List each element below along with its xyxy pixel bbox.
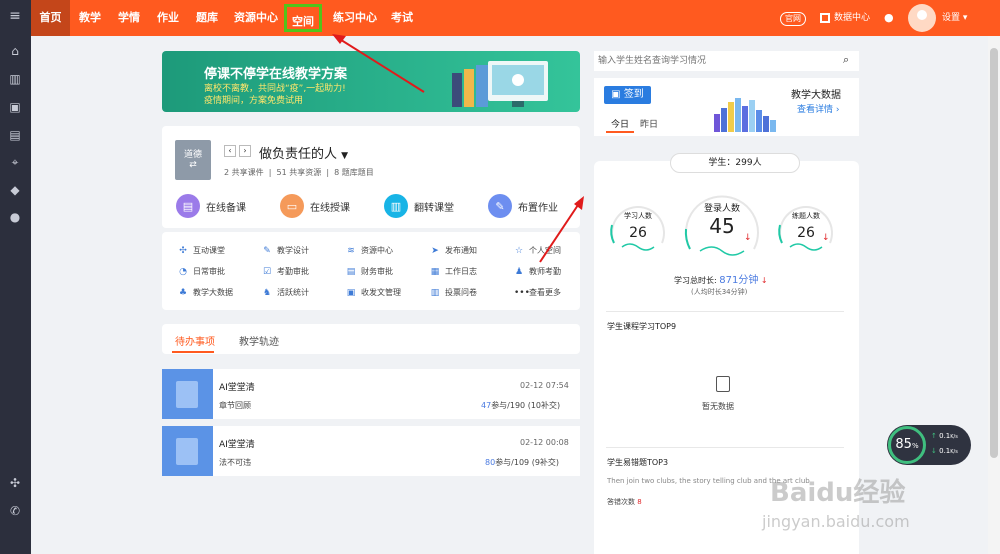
study-label: 学习人数 xyxy=(624,212,652,220)
login-down-icon: ↓ xyxy=(744,233,752,243)
tab-yesterday[interactable]: 昨日 xyxy=(640,117,658,130)
tab-underline xyxy=(172,351,214,353)
task-time: 02-12 00:08 xyxy=(520,438,569,447)
chevron-right-icon: › xyxy=(835,105,840,115)
task-progress: 47参与/190 (10补交) xyxy=(481,401,561,410)
tab-todo[interactable]: 待办事项 xyxy=(175,333,215,348)
search-icon[interactable]: ⌕ xyxy=(843,53,849,67)
page-scrollbar[interactable] xyxy=(988,36,1000,554)
study-duration: 学习总时长: 871分钟 ↓ xyxy=(674,275,768,286)
clipboard-icon xyxy=(162,369,213,419)
task-item[interactable]: AI堂堂清 02-12 07:54 章节回顾 47参与/190 (10补交) xyxy=(162,369,580,419)
study-value: 26 xyxy=(629,225,647,241)
empty-clipboard-icon xyxy=(716,376,730,392)
student-total: 学生：299人 xyxy=(670,153,800,173)
download-rate: ↓ 0.1K/s xyxy=(931,447,958,455)
practice-label: 练题人数 xyxy=(792,212,820,220)
login-label: 登录人数 xyxy=(703,204,740,214)
wrong-count: 答错次数 8 xyxy=(607,498,642,506)
task-subtitle: 法不可违 xyxy=(219,458,251,467)
task-item[interactable]: AI堂堂清 02-12 00:08 法不可违 80参与/109 (9补交) xyxy=(162,426,580,476)
avg-duration: (人均时长34分钟) xyxy=(691,288,748,296)
checkin-panel: ▣ 签到 今日 昨日 教学大数据 查看详情 › xyxy=(594,78,859,136)
baidu-watermark: Baidu经验 xyxy=(770,478,906,508)
tab-today[interactable]: 今日 xyxy=(611,117,629,130)
download-arrow-icon: ↓ xyxy=(931,447,937,455)
checkin-button[interactable]: ▣ 签到 xyxy=(604,86,651,104)
tab-teaching-track[interactable]: 教学轨迹 xyxy=(239,333,279,348)
percent-gauge: 85% xyxy=(888,426,926,464)
task-subtitle: 章节回顾 xyxy=(219,401,251,410)
student-search-input[interactable] xyxy=(598,53,833,69)
bigdata-bars xyxy=(714,98,776,132)
upload-arrow-icon: ↑ xyxy=(931,432,937,440)
bigdata-title: 教学大数据 xyxy=(791,90,841,101)
task-progress: 80参与/109 (9补交) xyxy=(485,458,560,467)
baidu-url-watermark: jingyan.baidu.com xyxy=(762,512,910,531)
top9-empty: 暂无数据 xyxy=(702,402,734,411)
practice-down-icon: ↓ xyxy=(822,233,830,243)
upload-rate: ↑ 0.1K/s xyxy=(931,432,958,440)
top9-title: 学生课程学习TOP9 xyxy=(607,322,677,331)
student-search: ⌕ xyxy=(594,51,859,71)
task-tabs: 待办事项 教学轨迹 xyxy=(162,324,580,354)
task-title: AI堂堂清 xyxy=(219,440,255,450)
task-title: AI堂堂清 xyxy=(219,383,255,393)
bigdata-link[interactable]: 查看详情 › xyxy=(797,102,840,115)
network-speed-widget[interactable]: 85% ↑ 0.1K/s ↓ 0.1K/s xyxy=(887,425,971,465)
gift-icon: ▣ xyxy=(611,89,621,100)
top3-title: 学生易错题TOP3 xyxy=(607,458,669,467)
task-time: 02-12 07:54 xyxy=(520,381,569,390)
clipboard-icon xyxy=(162,426,213,476)
today-underline xyxy=(606,131,634,133)
scrollbar-thumb[interactable] xyxy=(990,48,998,458)
